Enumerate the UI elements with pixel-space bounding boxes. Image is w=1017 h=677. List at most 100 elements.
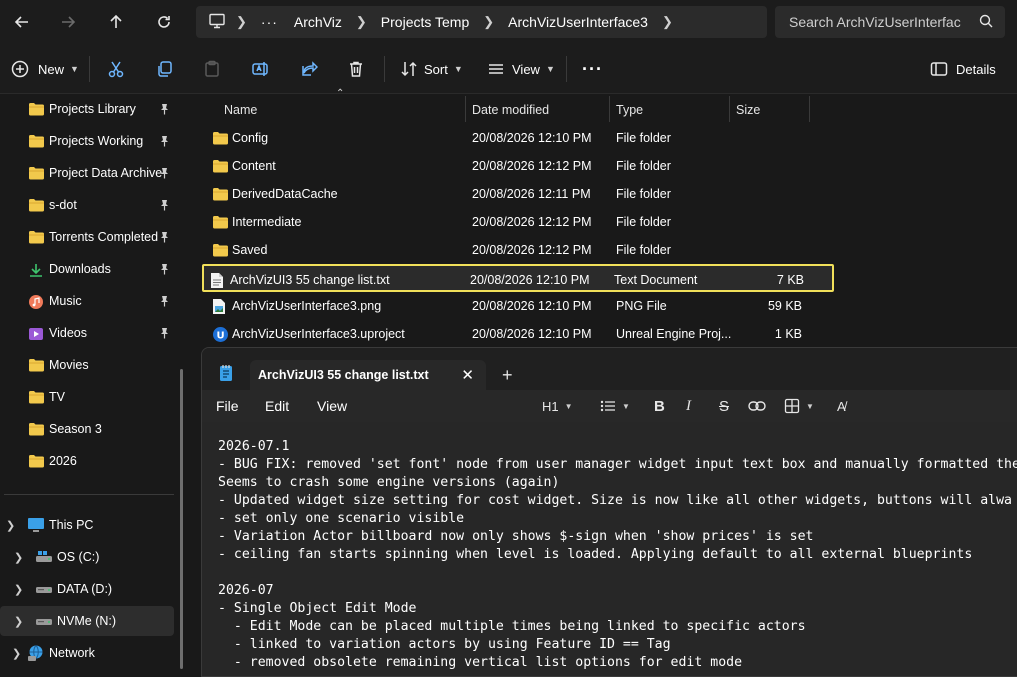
new-tab-icon[interactable]: + [502, 365, 513, 386]
view-button[interactable]: View ▼ [487, 54, 555, 84]
divider [4, 494, 174, 495]
sidebar-scrollbar[interactable] [180, 369, 183, 669]
forward-button[interactable] [54, 9, 82, 35]
chevron-right-icon[interactable]: ❯ [12, 647, 21, 660]
file-row[interactable]: U ArchVizUserInterface3.uproject 20/08/202… [204, 320, 832, 348]
heading-select[interactable]: H1 ▼ [542, 396, 573, 416]
sidebar-item-music[interactable]: Music [0, 286, 174, 316]
sidebar-item-project-data-archive[interactable]: Project Data Archive [0, 158, 174, 188]
chevron-right-icon[interactable]: ❯ [230, 14, 253, 30]
sidebar-item-videos[interactable]: Videos [0, 318, 174, 348]
details-button[interactable]: Details [930, 54, 996, 84]
file-row[interactable]: Saved 20/08/2026 12:12 PM File folder [204, 236, 832, 264]
folder-icon [212, 152, 229, 180]
column-divider[interactable] [809, 96, 810, 122]
sidebar-item-2026[interactable]: 2026 [0, 446, 174, 476]
notepad-text-area[interactable]: 2026-07.1 - BUG FIX: removed 'set font' n… [202, 422, 1017, 676]
copy-button[interactable] [156, 54, 174, 84]
list-button[interactable]: ▼ [600, 396, 630, 416]
tab-change-list[interactable]: ArchVizUI3 55 change list.txt ✕ [250, 360, 486, 390]
file-row[interactable]: Config 20/08/2026 12:10 PM File folder [204, 124, 832, 152]
folder-icon [28, 358, 45, 375]
table-button[interactable]: ▼ [784, 396, 814, 416]
file-row[interactable]: ArchVizUserInterface3.png 20/08/2026 12:1… [204, 292, 832, 320]
folder-icon [28, 134, 45, 151]
sidebar-item-s-dot[interactable]: s-dot [0, 190, 174, 220]
rename-button[interactable] [251, 54, 269, 84]
cut-button[interactable] [107, 54, 125, 84]
menu-file[interactable]: File [216, 398, 239, 414]
file-type: File folder [616, 215, 671, 229]
column-header-type[interactable]: Type [616, 98, 643, 122]
file-date: 20/08/2026 12:10 PM [472, 131, 592, 145]
column-divider[interactable] [729, 96, 730, 122]
delete-button[interactable] [347, 54, 365, 84]
download-icon [28, 262, 44, 281]
clear-formatting-button[interactable]: A̸ [837, 396, 846, 416]
column-header-date[interactable]: Date modified [472, 98, 549, 122]
notepad-menu-bar: File Edit View H1 ▼ ▼ B I S ▼ A̸ [202, 390, 1017, 422]
sidebar-item-label: This PC [49, 518, 94, 532]
share-button[interactable] [300, 54, 318, 84]
notepad-tab-strip: ArchVizUI3 55 change list.txt ✕ + [202, 348, 1017, 390]
file-name: Intermediate [232, 215, 302, 229]
sort-button[interactable]: Sort ▼ [400, 54, 463, 84]
more-path-icon[interactable]: ··· [253, 14, 286, 30]
music-icon [28, 294, 44, 313]
sidebar-item-label: Music [49, 294, 82, 308]
new-button[interactable]: New ▼ [11, 54, 79, 84]
chevron-right-icon[interactable]: ❯ [477, 14, 500, 30]
italic-button[interactable]: I [686, 396, 691, 416]
file-row[interactable]: ArchVizUI3 55 change list.txt 20/08/2026 … [202, 264, 834, 292]
file-type: Unreal Engine Proj... [616, 327, 732, 341]
up-button[interactable] [102, 9, 130, 35]
menu-view[interactable]: View [317, 398, 347, 414]
sidebar-item-os-c[interactable]: ❯ OS (C:) [0, 542, 174, 572]
sidebar-item-nvme-n[interactable]: ❯ NVMe (N:) [0, 606, 174, 636]
paste-button[interactable] [203, 54, 221, 84]
breadcrumb-archviz[interactable]: ArchViz [286, 14, 350, 30]
file-name: ArchVizUserInterface3.png [232, 299, 382, 313]
sidebar-item-network[interactable]: ❯ Network [0, 638, 174, 668]
address-bar[interactable]: ❯ ··· ArchViz ❯ Projects Temp ❯ ArchVizU… [196, 6, 767, 38]
file-row[interactable]: DerivedDataCache 20/08/2026 12:11 PM File … [204, 180, 832, 208]
sidebar-item-projects-working[interactable]: Projects Working [0, 126, 174, 156]
breadcrumb-projects-temp[interactable]: Projects Temp [373, 14, 477, 30]
sidebar-item-tv[interactable]: TV [0, 382, 174, 412]
chevron-right-icon[interactable]: ❯ [656, 14, 679, 30]
folder-icon [212, 236, 229, 264]
sidebar-item-label: Season 3 [49, 422, 102, 436]
breadcrumb-archvizuserinterface3[interactable]: ArchVizUserInterface3 [500, 14, 656, 30]
back-button[interactable] [8, 9, 36, 35]
menu-edit[interactable]: Edit [265, 398, 289, 414]
column-divider[interactable] [465, 96, 466, 122]
search-icon [979, 14, 993, 31]
sidebar-item-torrents-completed[interactable]: Torrents Completed [0, 222, 174, 252]
more-options-icon[interactable]: ··· [582, 54, 603, 84]
sidebar-item-this-pc[interactable]: ❯ This PC [0, 510, 174, 540]
search-box[interactable]: Search ArchVizUserInterface3 [775, 6, 1005, 38]
column-header-name[interactable]: Name [224, 98, 257, 122]
sort-label: Sort [424, 61, 448, 77]
chevron-right-icon[interactable]: ❯ [14, 583, 23, 596]
sidebar-item-downloads[interactable]: Downloads [0, 254, 174, 284]
strikethrough-button[interactable]: S [719, 396, 729, 416]
sidebar-item-projects-library[interactable]: Projects Library [0, 94, 174, 124]
file-row[interactable]: Intermediate 20/08/2026 12:12 PM File fold… [204, 208, 832, 236]
sidebar-item-season-3[interactable]: Season 3 [0, 414, 174, 444]
chevron-down-icon[interactable]: ❯ [6, 519, 15, 532]
chevron-right-icon[interactable]: ❯ [14, 615, 23, 628]
column-header-size[interactable]: Size [736, 98, 760, 122]
close-icon[interactable]: ✕ [461, 366, 474, 384]
refresh-button[interactable] [150, 9, 178, 35]
column-divider[interactable] [609, 96, 610, 122]
pin-icon [159, 135, 170, 150]
chevron-right-icon[interactable]: ❯ [14, 551, 23, 564]
chevron-right-icon[interactable]: ❯ [350, 14, 373, 30]
sidebar-item-data-d[interactable]: ❯ DATA (D:) [0, 574, 174, 604]
bold-button[interactable]: B [654, 396, 665, 416]
text-line: - Single Object Edit Mode [218, 601, 417, 616]
link-button[interactable] [748, 396, 766, 416]
sidebar-item-movies[interactable]: Movies [0, 350, 174, 380]
file-row[interactable]: Content 20/08/2026 12:12 PM File folder [204, 152, 832, 180]
